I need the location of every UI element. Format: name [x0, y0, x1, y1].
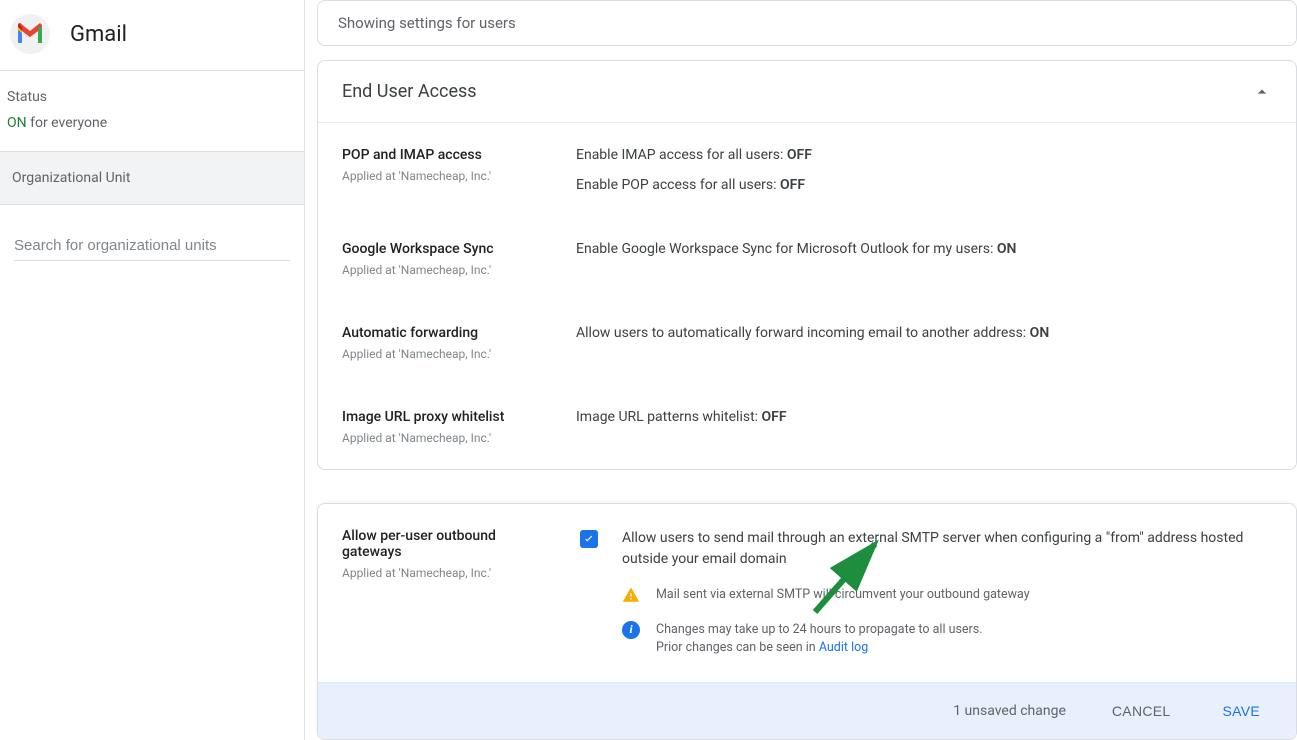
settings-scope-card[interactable]: Showing settings for users — [317, 0, 1297, 46]
status-value: ON for everyone — [7, 115, 292, 131]
editor-card: Allow per-user outbound gateways Applied… — [317, 503, 1297, 740]
warning-row: Mail sent via external SMTP will circumv… — [622, 586, 1272, 605]
status-on-text: ON — [7, 115, 27, 131]
setting-name: Automatic forwarding — [342, 325, 576, 341]
editor-title: Allow per-user outbound gateways — [342, 528, 556, 560]
editor-body: Allow per-user outbound gateways Applied… — [318, 504, 1296, 682]
footer-bar: 1 unsaved change CANCEL SAVE — [318, 682, 1296, 739]
setting-key: POP and IMAP access Applied at 'Namechea… — [342, 147, 576, 193]
chevron-up-icon — [1252, 82, 1272, 102]
main-content: Showing settings for users End User Acce… — [305, 0, 1297, 740]
val-bold: ON — [1030, 325, 1050, 341]
sidebar: Gmail Status ON for everyone Organizatio… — [0, 0, 305, 740]
status-suffix: for everyone — [27, 115, 108, 131]
info-line1: Changes may take up to 24 hours to propa… — [656, 621, 983, 640]
app-title: Gmail — [70, 22, 127, 47]
warning-icon — [622, 586, 640, 604]
info-text: Changes may take up to 24 hours to propa… — [656, 621, 983, 659]
setting-key: Google Workspace Sync Applied at 'Namech… — [342, 241, 576, 277]
audit-log-link[interactable]: Audit log — [819, 640, 868, 655]
info-line2-prefix: Prior changes can be seen in — [656, 640, 819, 655]
setting-val: Enable Google Workspace Sync for Microso… — [576, 241, 1272, 277]
setting-val: Image URL patterns whitelist: OFF — [576, 409, 1272, 445]
setting-key: Automatic forwarding Applied at 'Nameche… — [342, 325, 576, 361]
section-title: End User Access — [342, 81, 477, 102]
setting-name: Image URL proxy whitelist — [342, 409, 576, 425]
warning-text: Mail sent via external SMTP will circumv… — [656, 586, 1030, 605]
setting-val: Allow users to automatically forward inc… — [576, 325, 1272, 361]
setting-key: Image URL proxy whitelist Applied at 'Na… — [342, 409, 576, 445]
end-user-access-card: End User Access POP and IMAP access Appl… — [317, 60, 1297, 470]
info-icon: i — [622, 621, 640, 639]
setting-applied: Applied at 'Namecheap, Inc.' — [342, 169, 576, 183]
val-prefix: Enable IMAP access for all users: — [576, 147, 787, 163]
info-row: i Changes may take up to 24 hours to pro… — [622, 621, 1272, 659]
status-block: Status ON for everyone — [0, 71, 304, 152]
section-header[interactable]: End User Access — [318, 61, 1296, 123]
editor-right: Allow users to send mail through an exte… — [622, 528, 1272, 658]
setting-row-image-url-proxy[interactable]: Image URL proxy whitelist Applied at 'Na… — [318, 385, 1296, 469]
save-button[interactable]: SAVE — [1216, 699, 1266, 723]
unsaved-changes-text: 1 unsaved change — [953, 703, 1066, 719]
cancel-button[interactable]: CANCEL — [1106, 699, 1177, 723]
setting-name: POP and IMAP access — [342, 147, 576, 163]
val-prefix: Image URL patterns whitelist: — [576, 409, 762, 425]
setting-applied: Applied at 'Namecheap, Inc.' — [342, 347, 576, 361]
val-prefix: Enable POP access for all users: — [576, 177, 780, 193]
editor-left: Allow per-user outbound gateways Applied… — [342, 528, 556, 658]
settings-scope-text: Showing settings for users — [338, 14, 516, 32]
setting-row-auto-forwarding[interactable]: Automatic forwarding Applied at 'Nameche… — [318, 301, 1296, 385]
gmail-icon — [10, 14, 50, 54]
setting-name: Google Workspace Sync — [342, 241, 576, 257]
status-label: Status — [7, 89, 292, 105]
val-prefix: Enable Google Workspace Sync for Microso… — [576, 241, 997, 257]
search-input[interactable] — [14, 231, 290, 261]
allow-outbound-checkbox[interactable] — [580, 530, 598, 548]
val-bold: ON — [997, 241, 1017, 257]
val-prefix: Allow users to automatically forward inc… — [576, 325, 1030, 341]
editor-description: Allow users to send mail through an exte… — [622, 528, 1272, 570]
checkmark-icon — [582, 532, 596, 546]
sidebar-header: Gmail — [0, 0, 304, 71]
search-wrap — [0, 205, 304, 271]
setting-applied: Applied at 'Namecheap, Inc.' — [342, 431, 576, 445]
val-bold: OFF — [787, 147, 812, 163]
setting-row-workspace-sync[interactable]: Google Workspace Sync Applied at 'Namech… — [318, 217, 1296, 301]
setting-val: Enable IMAP access for all users: OFF En… — [576, 147, 1272, 193]
val-bold: OFF — [780, 177, 805, 193]
val-bold: OFF — [762, 409, 787, 425]
editor-applied: Applied at 'Namecheap, Inc.' — [342, 566, 556, 580]
setting-applied: Applied at 'Namecheap, Inc.' — [342, 263, 576, 277]
setting-row-pop-imap[interactable]: POP and IMAP access Applied at 'Namechea… — [318, 123, 1296, 217]
org-unit-header[interactable]: Organizational Unit — [0, 152, 304, 205]
